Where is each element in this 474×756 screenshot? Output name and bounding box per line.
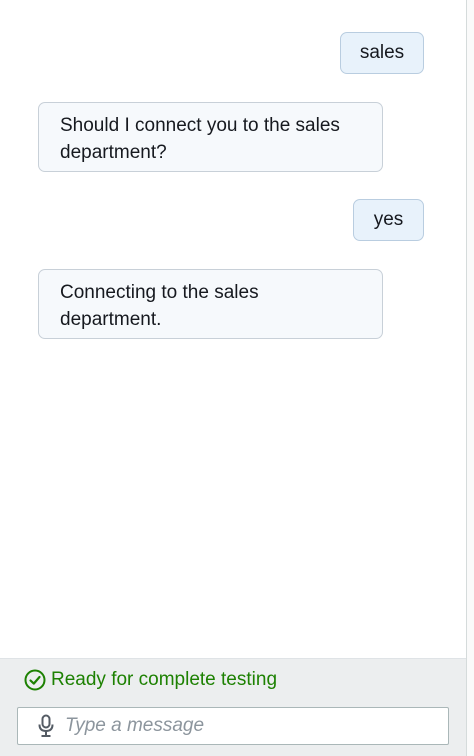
scroll-gutter: [467, 0, 474, 756]
message-input[interactable]: [65, 715, 425, 737]
message-composer: [17, 707, 449, 745]
microphone-icon[interactable]: [37, 714, 55, 738]
status-bar: Ready for complete testing: [0, 658, 466, 756]
message-text: sales: [359, 42, 405, 63]
chat-panel: sales Should I connect you to the sales …: [0, 0, 467, 756]
bot-message: Connecting to the sales department.: [38, 269, 383, 339]
status-indicator: Ready for complete testing: [24, 669, 277, 691]
message-text: Connecting to the sales department.: [60, 282, 259, 330]
message-text: Should I connect you to the sales depart…: [60, 115, 340, 163]
message-text: yes: [373, 209, 404, 230]
user-message: yes: [353, 199, 424, 241]
bot-message: Should I connect you to the sales depart…: [38, 102, 383, 172]
check-circle-icon: [24, 669, 51, 691]
status-text: Ready for complete testing: [51, 669, 278, 690]
user-message: sales: [340, 32, 424, 74]
